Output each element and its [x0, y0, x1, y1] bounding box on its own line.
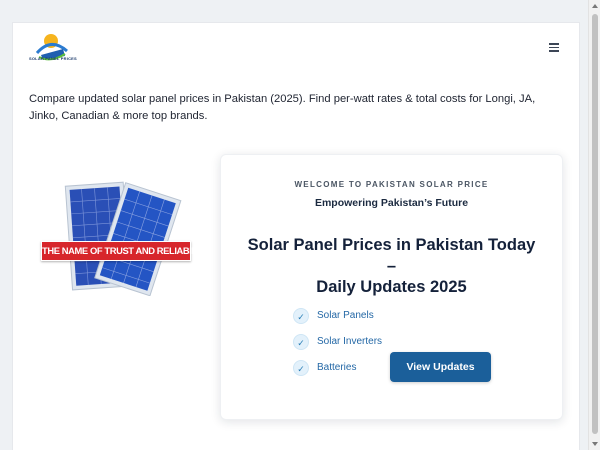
solar-panel-image	[64, 181, 182, 296]
headline-line: Solar Panel Prices in Pakistan Today	[247, 236, 536, 254]
intro-text: Compare updated solar panel prices in Pa…	[29, 93, 536, 122]
site-header: SOLAR PANEL PRICES	[13, 23, 579, 73]
page-scrollbar[interactable]	[588, 0, 600, 450]
logo-text: SOLAR PANEL PRICES	[29, 56, 77, 61]
check-icon: ✓	[293, 333, 309, 350]
page-title: Solar Panel Prices in Pakistan Today – D…	[221, 235, 562, 298]
menu-bar	[549, 43, 559, 45]
menu-bar	[549, 50, 559, 52]
scroll-up-icon[interactable]	[592, 4, 598, 8]
menu-bar	[549, 46, 559, 48]
check-icon: ✓	[293, 307, 309, 324]
list-item[interactable]: ✓ Solar Inverters	[293, 333, 382, 350]
view-updates-button[interactable]: View Updates	[390, 352, 491, 382]
trust-banner: THE NAME OF TRUST AND RELIABILITY	[41, 241, 211, 261]
page-container: SOLAR PANEL PRICES Compare updated solar…	[12, 22, 580, 450]
headline-dash: –	[386, 257, 397, 275]
scroll-down-icon[interactable]	[592, 442, 598, 446]
hero-card: WELCOME TO PAKISTAN SOLAR PRICE Empoweri…	[220, 154, 563, 420]
feature-label: Solar Inverters	[317, 336, 383, 347]
check-icon: ✓	[293, 359, 309, 376]
list-item[interactable]: ✓ Batteries	[293, 359, 382, 376]
scrollbar-thumb[interactable]	[592, 14, 598, 434]
feature-label: Batteries	[317, 362, 357, 373]
feature-label: Solar Panels	[317, 310, 374, 321]
feature-list: ✓ Solar Panels ✓ Solar Inverters ✓ Batte…	[293, 307, 382, 385]
tagline: Empowering Pakistan’s Future	[314, 197, 469, 209]
headline-line: Daily Updates 2025	[316, 278, 467, 296]
hamburger-menu-icon[interactable]	[547, 41, 561, 53]
site-logo[interactable]	[29, 29, 73, 69]
welcome-eyebrow: WELCOME TO PAKISTAN SOLAR PRICE	[294, 180, 489, 189]
list-item[interactable]: ✓ Solar Panels	[293, 307, 382, 324]
